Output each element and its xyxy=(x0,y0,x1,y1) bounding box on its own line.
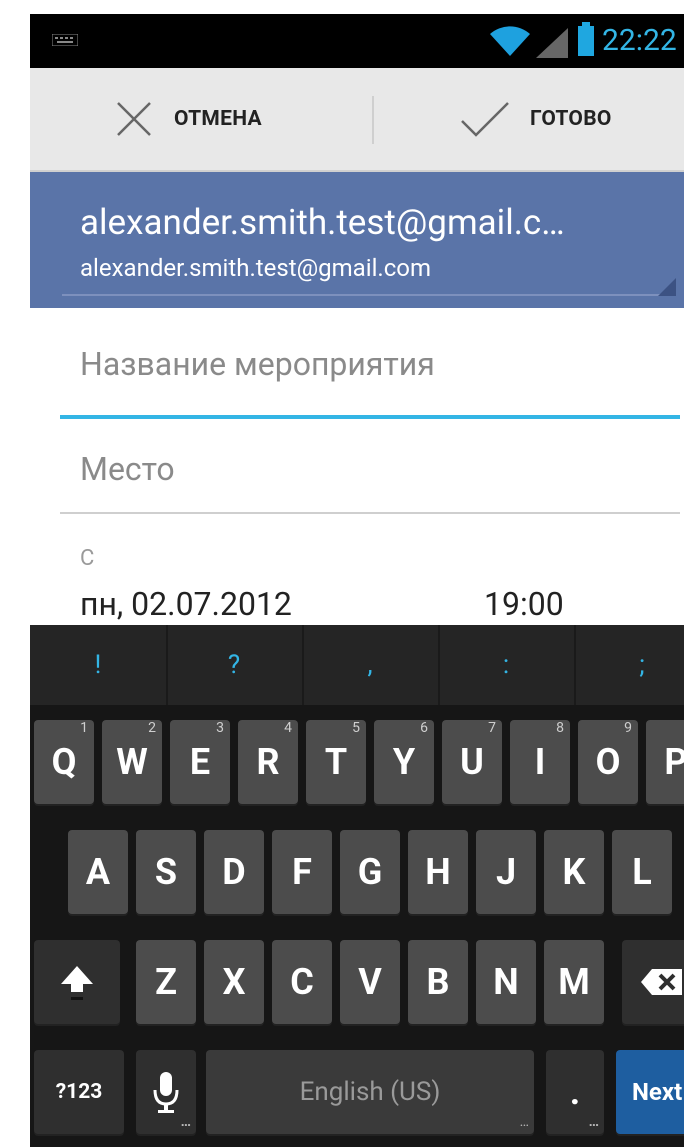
backspace-icon xyxy=(641,969,682,995)
key-s[interactable]: S xyxy=(136,830,196,914)
from-time-picker[interactable]: 19:00 xyxy=(484,585,564,623)
microphone-icon xyxy=(153,1072,179,1113)
done-label: ГОТОВО xyxy=(530,107,612,131)
suggestion-semicolon[interactable]: ; xyxy=(574,625,684,705)
soft-keyboard: ! ? , : ; Q1 W2 E3 R4 T5 Y6 U7 I8 O9 P0 … xyxy=(30,625,684,1147)
key-h[interactable]: H xyxy=(408,830,468,914)
account-email: alexander.smith.test@gmail.com xyxy=(80,254,432,282)
suggestion-comma[interactable]: , xyxy=(302,625,440,705)
space-key-label: English (US) xyxy=(299,1077,441,1107)
from-date-picker[interactable]: пн, 02.07.2012 xyxy=(80,585,292,623)
status-time: 22:22 xyxy=(602,23,677,58)
symbols-key[interactable]: ?123 xyxy=(34,1050,124,1134)
suggestion-question[interactable]: ? xyxy=(166,625,304,705)
key-k[interactable]: K xyxy=(544,830,604,914)
cancel-button[interactable]: ОТМЕНА xyxy=(114,68,262,170)
cancel-label: ОТМЕНА xyxy=(174,107,262,131)
wifi-icon xyxy=(490,26,530,56)
key-u[interactable]: U7 xyxy=(442,720,502,804)
space-key-dots: … xyxy=(519,1114,529,1130)
suggestion-strip: ! ? , : ; xyxy=(30,625,684,705)
account-name: alexander.smith.test@gmail.c… xyxy=(80,202,565,243)
shift-key[interactable] xyxy=(34,940,120,1024)
from-label: С xyxy=(80,546,95,571)
key-w[interactable]: W2 xyxy=(102,720,162,804)
key-i[interactable]: I8 xyxy=(510,720,570,804)
suggestion-exclamation[interactable]: ! xyxy=(30,625,168,705)
space-key[interactable]: English (US) … xyxy=(206,1050,534,1134)
location-placeholder: Место xyxy=(80,450,175,488)
key-x[interactable]: X xyxy=(204,940,264,1024)
key-g[interactable]: G xyxy=(340,830,400,914)
period-key[interactable]: . … xyxy=(546,1050,604,1134)
period-key-dots: … xyxy=(588,1114,599,1130)
key-b[interactable]: B xyxy=(408,940,468,1024)
key-m[interactable]: M xyxy=(544,940,604,1024)
key-l[interactable]: L xyxy=(612,830,672,914)
action-bar: ОТМЕНА ГОТОВО xyxy=(30,68,684,172)
key-n[interactable]: N xyxy=(476,940,536,1024)
key-f[interactable]: F xyxy=(272,830,332,914)
location-input[interactable]: Место xyxy=(60,450,680,514)
key-z[interactable]: Z xyxy=(136,940,196,1024)
key-e[interactable]: E3 xyxy=(170,720,230,804)
key-c[interactable]: C xyxy=(272,940,332,1024)
event-title-input[interactable]: Название мероприятия xyxy=(60,345,680,419)
mic-key-dots: … xyxy=(180,1114,191,1130)
signal-icon xyxy=(536,28,568,58)
close-icon xyxy=(117,102,151,136)
battery-icon xyxy=(578,22,594,56)
account-selector[interactable]: alexander.smith.test@gmail.c… alexander.… xyxy=(30,172,684,308)
shift-arrow-icon xyxy=(61,966,93,1000)
key-y[interactable]: Y6 xyxy=(374,720,434,804)
key-j[interactable]: J xyxy=(476,830,536,914)
key-v[interactable]: V xyxy=(340,940,400,1024)
key-q[interactable]: Q1 xyxy=(34,720,94,804)
done-button[interactable]: ГОТОВО xyxy=(460,68,612,170)
suggestion-colon[interactable]: : xyxy=(438,625,576,705)
screen: 22:22 ОТМЕНА ГОТОВО alexander.smith.test… xyxy=(30,0,684,1147)
action-divider xyxy=(372,96,374,144)
delete-key[interactable] xyxy=(622,940,684,1024)
dropdown-corner-icon xyxy=(658,278,676,296)
key-r[interactable]: R4 xyxy=(238,720,298,804)
key-t[interactable]: T5 xyxy=(306,720,366,804)
status-bar: 22:22 xyxy=(30,14,684,68)
event-title-placeholder: Название мероприятия xyxy=(80,345,435,383)
account-underline xyxy=(62,294,676,296)
check-icon xyxy=(461,102,509,137)
voice-input-key[interactable]: … xyxy=(136,1050,196,1134)
keyboard-icon xyxy=(52,34,78,46)
key-p[interactable]: P0 xyxy=(646,720,684,804)
next-key[interactable]: Next xyxy=(616,1050,684,1134)
key-o[interactable]: O9 xyxy=(578,720,638,804)
key-a[interactable]: A xyxy=(68,830,128,914)
key-d[interactable]: D xyxy=(204,830,264,914)
period-key-label: . xyxy=(569,1071,581,1113)
